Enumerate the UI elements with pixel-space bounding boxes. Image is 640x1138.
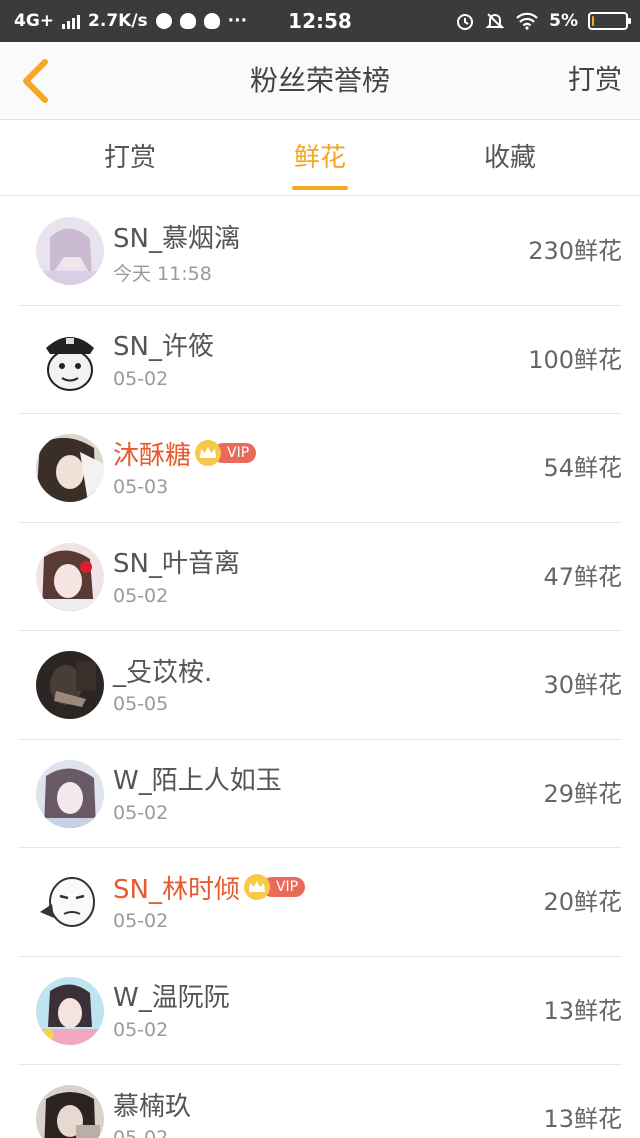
crown-icon	[243, 874, 270, 900]
fan-name-line: W_温阮阮	[113, 979, 230, 1013]
gift-date: 05-02	[113, 1018, 169, 1041]
fan-name: 沐酥糖	[113, 440, 192, 471]
fan-name: SN_许筱	[113, 332, 214, 362]
fan-name-line: SN_许筱	[113, 328, 214, 362]
gift-date: 05-02	[113, 910, 169, 932]
list-item[interactable]: SN_慕烟漓 今天 11:58 230鲜花	[18, 197, 622, 306]
list-item[interactable]: _殳苡桉. 05-05 30鲜花	[18, 631, 622, 740]
flower-count: 54鲜花	[543, 454, 622, 482]
alarm-icon	[457, 14, 474, 30]
mute-icon	[485, 13, 505, 29]
avatar	[36, 651, 104, 719]
fan-name-line: SN_慕烟漓	[113, 219, 240, 254]
avatar	[36, 542, 104, 611]
status-bar: 4G+ 2.7K/s ··· 12:58 5%	[0, 0, 640, 42]
list-item[interactable]: 沐酥糖 VIP 05-03 54鲜花	[18, 414, 622, 523]
flower-count: 29鲜花	[543, 779, 622, 808]
tab-label: 打赏	[103, 143, 156, 173]
fan-name-line: W_陌上人如玉	[113, 762, 282, 796]
flower-count: 230鲜花	[528, 237, 622, 265]
flower-count: 47鲜花	[543, 562, 622, 591]
gift-date: 05-02	[113, 1127, 169, 1138]
list-item[interactable]: SN_林时倾 VIP 05-02 20鲜花	[18, 848, 622, 957]
fan-name: SN_林时倾	[113, 874, 240, 905]
avatar	[36, 325, 104, 394]
tab-label: 收藏	[483, 143, 536, 173]
list-item[interactable]: 慕楠玖 05-02 13鲜花	[18, 1065, 622, 1138]
tab-bar: 打赏 鲜花 收藏	[0, 121, 640, 196]
page-title: 粉丝荣誉榜	[249, 64, 390, 97]
avatar	[36, 868, 104, 936]
fan-name-line: SN_林时倾 VIP	[113, 870, 306, 905]
fan-name-line: _殳苡桉.	[113, 653, 213, 688]
reward-button[interactable]: 打赏	[568, 42, 622, 120]
gift-date: 今天 11:58	[113, 263, 212, 285]
fan-name: W_温阮阮	[113, 983, 230, 1013]
active-tab-indicator	[292, 186, 348, 190]
avatar	[36, 217, 104, 285]
fan-name-line: 沐酥糖 VIP	[113, 436, 257, 471]
fan-name: _殳苡桉.	[113, 657, 213, 688]
gift-date: 05-03	[113, 476, 169, 498]
avatar	[36, 1085, 104, 1138]
gift-date: 05-05	[113, 693, 169, 715]
battery-icon	[588, 12, 631, 30]
fan-name: SN_叶音离	[113, 549, 240, 579]
list-item[interactable]: W_温阮阮 05-02 13鲜花	[18, 957, 622, 1065]
flower-count: 100鲜花	[528, 345, 622, 374]
tab-flowers[interactable]: 鲜花	[240, 121, 400, 196]
fan-ranking-list: SN_慕烟漓 今天 11:58 230鲜花 SN_许筱 05-02 100鲜花 …	[0, 197, 640, 1138]
list-item[interactable]: SN_许筱 05-02 100鲜花	[18, 306, 622, 414]
wifi-icon	[516, 12, 538, 30]
chevron-left-icon	[23, 59, 48, 103]
list-item[interactable]: W_陌上人如玉 05-02 29鲜花	[18, 740, 622, 848]
fan-name: W_陌上人如玉	[113, 766, 282, 796]
status-right: 5%	[455, 0, 631, 42]
tab-reward[interactable]: 打赏	[50, 121, 210, 196]
avatar	[36, 976, 104, 1045]
tab-label: 鲜花	[293, 143, 346, 173]
avatar	[36, 759, 104, 828]
gift-date: 05-02	[113, 801, 169, 824]
flower-count: 13鲜花	[543, 996, 622, 1025]
nav-header: 粉丝荣誉榜 打赏	[0, 42, 640, 120]
fan-name: SN_慕烟漓	[113, 223, 240, 254]
flower-count: 13鲜花	[543, 1105, 622, 1133]
avatar	[36, 434, 104, 502]
fan-name-line: SN_叶音离	[113, 545, 240, 579]
gift-date: 05-02	[113, 367, 169, 390]
fan-name: 慕楠玖	[113, 1091, 192, 1122]
gift-date: 05-02	[113, 584, 169, 607]
flower-count: 20鲜花	[543, 888, 622, 916]
flower-count: 30鲜花	[543, 671, 622, 699]
fan-name-line: 慕楠玖	[113, 1087, 192, 1122]
tab-collections[interactable]: 收藏	[430, 121, 590, 196]
crown-icon	[195, 440, 222, 466]
back-button[interactable]	[8, 54, 62, 108]
list-item[interactable]: SN_叶音离 05-02 47鲜花	[18, 523, 622, 631]
battery-percent: 5%	[549, 11, 578, 31]
